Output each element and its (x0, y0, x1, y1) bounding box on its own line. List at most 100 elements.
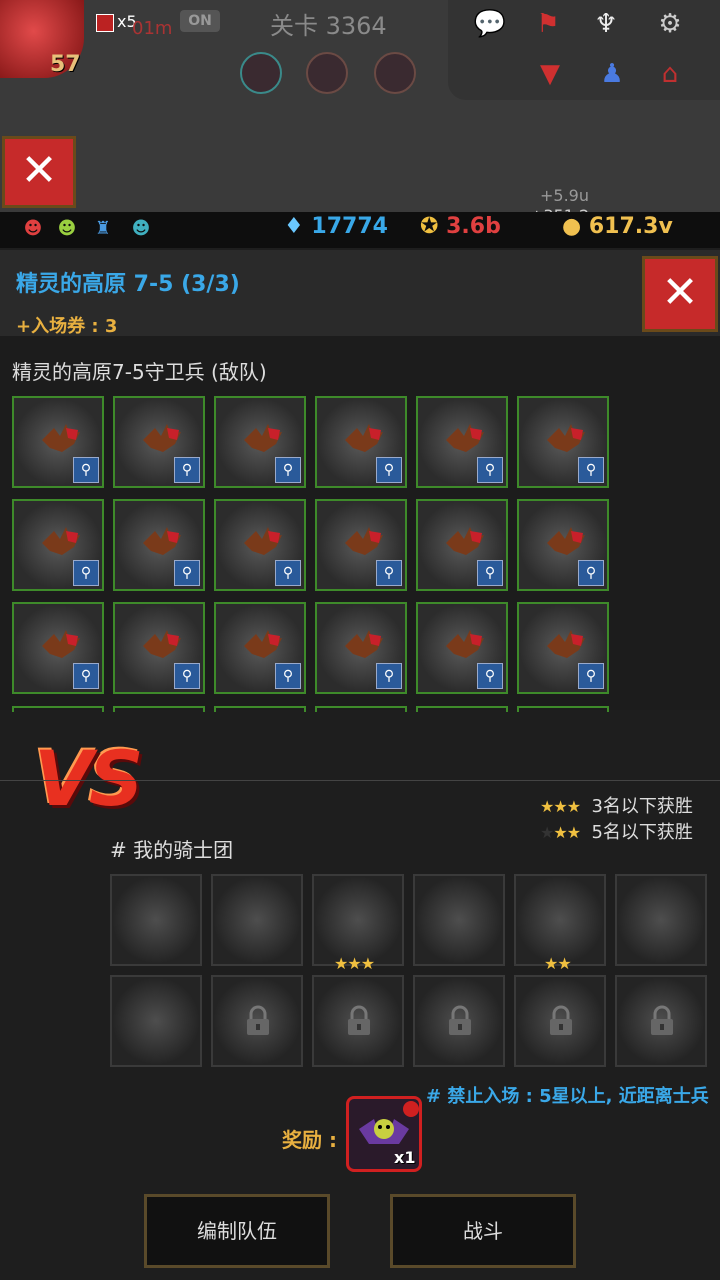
chat-icon[interactable]: 💬 (470, 4, 510, 44)
enemy-slot[interactable]: ⚲ (517, 396, 609, 488)
lock-icon (651, 1005, 673, 1035)
medal-value: 3.6b (446, 214, 501, 239)
lock-icon (550, 1005, 572, 1035)
team-slot[interactable] (514, 975, 606, 1067)
enemy-slot[interactable]: ⚲ (416, 602, 508, 694)
enemy-slot[interactable]: ⚲ (315, 499, 407, 591)
condition-text: 3名以下获胜 (591, 796, 693, 817)
dragon-monster-icon (345, 630, 383, 658)
medal-counter: ✪ 3.6b (420, 214, 501, 239)
magnifier-icon[interactable]: ⚲ (578, 560, 604, 586)
enemy-slot[interactable]: ⚲ (12, 396, 104, 488)
edit-team-button[interactable]: 编制队伍 (144, 1194, 330, 1268)
enemy-slot[interactable]: ⚲ (416, 499, 508, 591)
team-slot[interactable] (312, 874, 404, 966)
skill-icon[interactable] (240, 52, 282, 94)
team-slot[interactable] (615, 975, 707, 1067)
dragon-monster-icon (143, 527, 181, 555)
enemy-slot[interactable]: ⚲ (113, 499, 205, 591)
enemy-slot[interactable]: ⚲ (12, 499, 104, 591)
magnifier-icon[interactable]: ⚲ (477, 560, 503, 586)
hero-teal-icon[interactable]: ☻ (128, 216, 154, 242)
magnifier-icon[interactable]: ⚲ (174, 663, 200, 689)
enemy-slot[interactable]: ⚲ (113, 396, 205, 488)
battle-button[interactable]: 战斗 (390, 1194, 576, 1268)
enemy-slot[interactable]: ⚲ (214, 499, 306, 591)
magnifier-icon[interactable]: ⚲ (275, 560, 301, 586)
win-condition-2star: ★★★ 5名以下获胜 (540, 818, 693, 844)
enemy-slot-partial (517, 706, 609, 712)
speed-icon (96, 13, 114, 32)
enemy-slot[interactable]: ⚲ (214, 396, 306, 488)
multiplier-badge: x5 (96, 12, 137, 32)
party-icon[interactable]: ♟ (592, 54, 632, 94)
enemy-slot-partial (214, 706, 306, 712)
stars-icon: ★★★ (540, 823, 581, 842)
enemy-team-title: 精灵的高原7-5守卫兵 (敌队) (12, 360, 267, 384)
buff-icon[interactable] (306, 52, 348, 94)
magnifier-icon[interactable]: ⚲ (477, 457, 503, 483)
magnifier-icon[interactable]: ⚲ (174, 457, 200, 483)
team-slot[interactable] (211, 975, 303, 1067)
enemy-slot[interactable]: ⚲ (315, 396, 407, 488)
team-slot[interactable] (211, 874, 303, 966)
float-gain: +5.9u (540, 186, 589, 205)
arrow-down-icon[interactable]: ▼ (530, 54, 570, 94)
dragon-monster-icon (244, 424, 282, 452)
magnifier-icon[interactable]: ⚲ (73, 663, 99, 689)
enemy-slot[interactable]: ⚲ (214, 602, 306, 694)
magnifier-icon[interactable]: ⚲ (275, 457, 301, 483)
team-slot[interactable] (413, 874, 505, 966)
enemy-slot[interactable]: ⚲ (517, 602, 609, 694)
hero-red-icon[interactable]: ☻ (20, 216, 46, 242)
enemy-slot[interactable]: ⚲ (315, 602, 407, 694)
shop-banner-icon[interactable]: ⚑ (528, 4, 568, 44)
enemy-slot[interactable]: ⚲ (416, 396, 508, 488)
stage-title: 关卡 3364 (270, 12, 387, 40)
magnifier-icon[interactable]: ⚲ (174, 560, 200, 586)
close-icon: ✕ (20, 145, 58, 196)
gear-icon[interactable]: ⚙ (650, 4, 690, 44)
magnifier-icon[interactable]: ⚲ (275, 663, 301, 689)
hero-blue-icon[interactable]: ♜ (90, 216, 116, 242)
enemy-slot-partial (416, 706, 508, 712)
team-slot[interactable] (110, 874, 202, 966)
dragon-monster-icon (143, 424, 181, 452)
gold-value: 617.3v (588, 214, 673, 239)
magnifier-icon[interactable]: ⚲ (73, 457, 99, 483)
house-icon[interactable]: ⌂ (650, 54, 690, 94)
enemy-slot[interactable]: ⚲ (113, 602, 205, 694)
enemy-slot[interactable]: ⚲ (12, 602, 104, 694)
lock-icon (348, 1005, 370, 1035)
magnifier-icon[interactable]: ⚲ (578, 663, 604, 689)
reward-count: x1 (394, 1148, 416, 1167)
dragon-monster-icon (42, 424, 80, 452)
team-slot[interactable] (110, 975, 202, 1067)
magnifier-icon[interactable]: ⚲ (578, 457, 604, 483)
entry-ticket: +入场券 : 3 (16, 316, 118, 337)
auto-toggle[interactable]: ON (180, 10, 220, 32)
magnifier-icon[interactable]: ⚲ (477, 663, 503, 689)
hero-green-icon[interactable]: ☻ (54, 216, 80, 242)
team-slot[interactable] (514, 874, 606, 966)
angel-icon[interactable]: ♆ (586, 4, 626, 44)
magnifier-icon[interactable]: ⚲ (376, 560, 402, 586)
team-slot[interactable] (312, 975, 404, 1067)
panel-close-button[interactable]: ✕ (642, 256, 718, 332)
dragon-monster-icon (547, 424, 585, 452)
gold-counter: ● 617.3v (562, 214, 673, 239)
magnifier-icon[interactable]: ⚲ (376, 663, 402, 689)
condition-text: 5名以下获胜 (591, 822, 693, 843)
player-level: 57 (50, 52, 81, 77)
team-slot[interactable] (615, 874, 707, 966)
enemy-slot[interactable]: ⚲ (517, 499, 609, 591)
gem-counter: ♦ 17774 (284, 214, 388, 239)
team-slot[interactable] (413, 975, 505, 1067)
close-button[interactable]: ✕ (2, 136, 76, 208)
magnifier-icon[interactable]: ⚲ (376, 457, 402, 483)
dragon-monster-icon (547, 527, 585, 555)
divider (0, 780, 720, 781)
magnifier-icon[interactable]: ⚲ (73, 560, 99, 586)
buff-icon[interactable] (374, 52, 416, 94)
vs-logo: VS (34, 734, 144, 823)
